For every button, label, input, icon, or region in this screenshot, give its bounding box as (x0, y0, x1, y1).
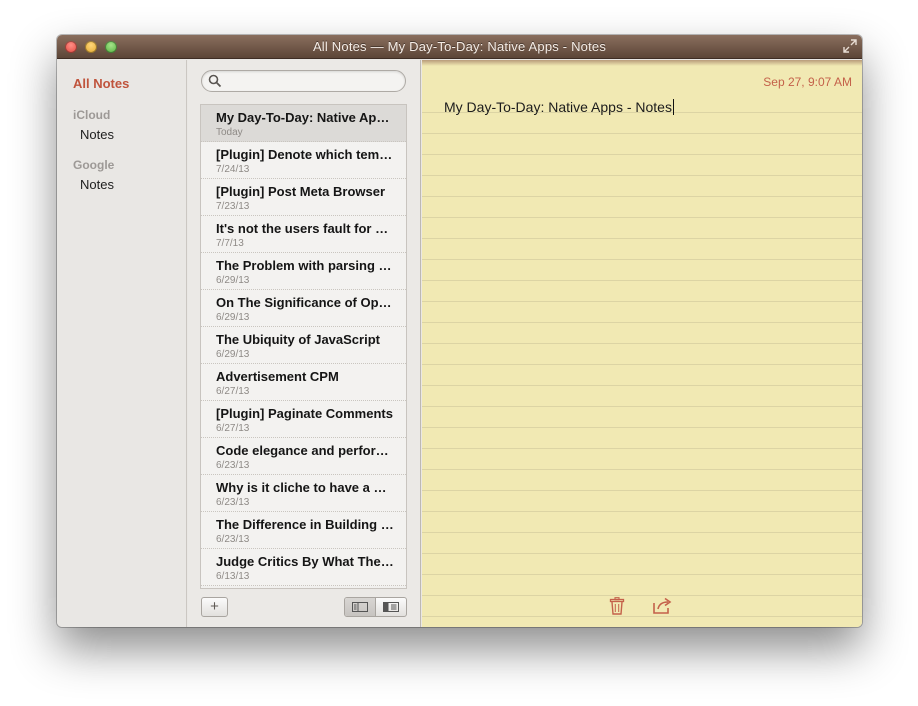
trash-icon[interactable] (609, 597, 625, 615)
minimize-button[interactable] (85, 41, 97, 53)
zoom-button[interactable] (105, 41, 117, 53)
note-title: [Plugin] Post Meta Browser (216, 184, 386, 199)
sidebar-view-button[interactable] (376, 598, 406, 616)
paper-torn-edge (422, 60, 862, 66)
account-header-google: Google (73, 158, 115, 172)
titlebar[interactable]: All Notes — My Day-To-Day: Native Apps -… (57, 35, 862, 59)
notes-window: All Notes — My Day-To-Day: Native Apps -… (57, 35, 862, 627)
note-title: Advertisement CPM (216, 369, 339, 384)
note-date: 7/7/13 (216, 238, 244, 249)
note-title: My Day-To-Day: Native Apps - Notes (216, 110, 394, 125)
note-date: Today (216, 127, 243, 138)
note-title: [Plugin] Denote which template files are… (216, 147, 394, 162)
sidebar-item-google-notes[interactable]: Notes (80, 177, 114, 192)
list-item[interactable]: [Plugin] Paginate Comments 6/27/13 (201, 401, 406, 438)
list-item[interactable]: [Plugin] Post Meta Browser 7/23/13 (201, 179, 406, 216)
list-item[interactable]: The Ubiquity of JavaScript 6/29/13 (201, 327, 406, 364)
sidebar-view-icon (382, 602, 399, 612)
note-body-line: My Day-To-Day: Native Apps - Notes (444, 99, 672, 115)
list-item[interactable]: [Plugin] Denote which template files are… (201, 142, 406, 179)
sidebar-item-icloud-notes[interactable]: Notes (80, 127, 114, 142)
folders-sidebar: All Notes iCloud Notes Google Notes (57, 60, 187, 627)
list-item[interactable]: The Difference in Building Products 6/23… (201, 512, 406, 549)
note-title: Code elegance and performance (216, 443, 394, 458)
note-date: 6/29/13 (216, 349, 250, 360)
note-edit-date: Sep 27, 9:07 AM (763, 75, 852, 89)
list-item[interactable]: Why is it cliche to have a blog 6/23/13 (201, 475, 406, 512)
list-item[interactable]: Code elegance and performance 6/23/13 (201, 438, 406, 475)
list-item[interactable]: My Day-To-Day: Native Apps - Notes Today (201, 105, 406, 142)
sidebar-item-all-notes[interactable]: All Notes (73, 76, 129, 91)
notes-list-pane: My Day-To-Day: Native Apps - Notes Today… (188, 60, 421, 627)
list-item[interactable]: The Problem with parsing HTML 6/29/13 (201, 253, 406, 290)
note-date: 6/27/13 (216, 423, 250, 434)
list-item[interactable]: Advertisement CPM 6/27/13 (201, 364, 406, 401)
note-date: 7/24/13 (216, 164, 250, 175)
note-title: The Difference in Building Products (216, 517, 394, 532)
note-title: The Problem with parsing HTML (216, 258, 394, 273)
note-title: Judge Critics By What They Create (216, 554, 394, 569)
text-caret (672, 99, 674, 115)
share-icon[interactable] (652, 597, 674, 615)
add-note-button[interactable]: + (201, 597, 228, 617)
note-body-text[interactable]: My Day-To-Day: Native Apps - Notes (444, 99, 674, 115)
notes-list: My Day-To-Day: Native Apps - Notes Today… (200, 104, 407, 589)
note-date: 6/29/13 (216, 275, 250, 286)
note-title: The Ubiquity of JavaScript (216, 332, 380, 347)
close-button[interactable] (65, 41, 77, 53)
note-title: It's not the users fault for not underst… (216, 221, 394, 236)
note-title: On The Significance of Open Source (216, 295, 394, 310)
note-date: 6/27/13 (216, 386, 250, 397)
note-title: Why is it cliche to have a blog (216, 480, 394, 495)
note-date: 6/23/13 (216, 460, 250, 471)
window-title: All Notes — My Day-To-Day: Native Apps -… (312, 39, 607, 54)
window-controls (65, 41, 117, 53)
note-date: 6/23/13 (216, 497, 250, 508)
list-item[interactable]: It's not the users fault for not underst… (201, 216, 406, 253)
list-item[interactable]: On The Significance of Open Source 6/29/… (201, 290, 406, 327)
note-editor[interactable]: Sep 27, 9:07 AM My Day-To-Day: Native Ap… (422, 60, 862, 627)
list-view-icon (351, 602, 368, 612)
account-header-icloud: iCloud (73, 108, 111, 122)
search-field[interactable] (201, 70, 406, 92)
list-view-button[interactable] (345, 598, 376, 616)
note-date: 6/23/13 (216, 534, 250, 545)
search-icon (208, 74, 222, 88)
note-date: 6/29/13 (216, 312, 250, 323)
fullscreen-icon[interactable] (843, 39, 857, 53)
note-date: 7/23/13 (216, 201, 250, 212)
list-item[interactable]: Judge Critics By What They Create 6/13/1… (201, 549, 406, 586)
note-date: 6/13/13 (216, 571, 250, 582)
note-title: [Plugin] Paginate Comments (216, 406, 393, 421)
view-mode-toggle (344, 597, 407, 617)
